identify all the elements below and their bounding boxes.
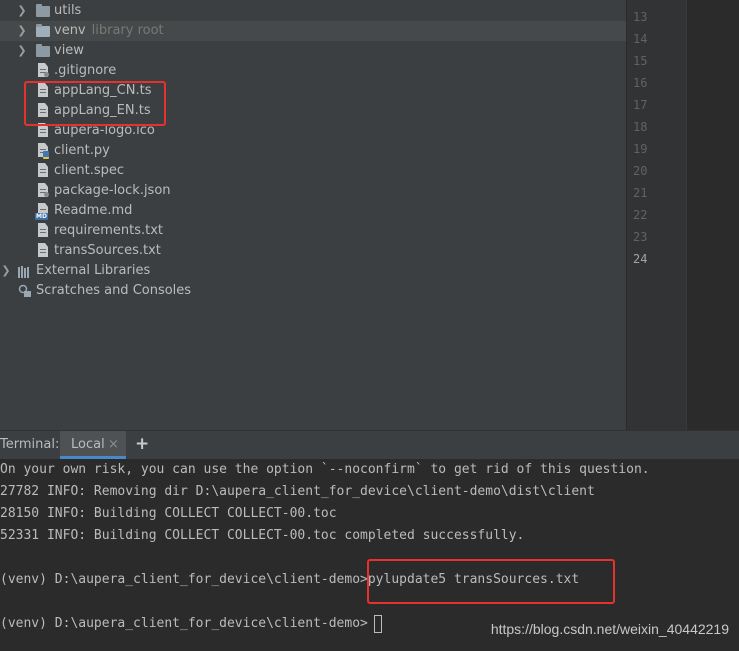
line-number: 16	[633, 76, 648, 90]
library-root-hint: library root	[91, 23, 164, 38]
close-icon[interactable]: ×	[108, 437, 119, 452]
tree-item-view[interactable]: ❯ view	[0, 41, 626, 61]
highlight-box	[24, 81, 166, 126]
tree-item-readme[interactable]: MD Readme.md	[0, 201, 626, 221]
terminal-line: On your own risk, you can use the option…	[0, 462, 650, 477]
tree-item-label: Readme.md	[54, 203, 133, 218]
tree-item-requirements[interactable]: requirements.txt	[0, 221, 626, 241]
ignore-badge-icon	[44, 72, 49, 77]
line-number: 14	[633, 32, 648, 46]
tree-item-package-lock[interactable]: package-lock.json	[0, 181, 626, 201]
watermark: https://blog.csdn.net/weixin_40442219	[490, 621, 729, 637]
terminal-prompt-line: (venv) D:\aupera_client_for_device\clien…	[0, 616, 368, 631]
tree-item-scratches[interactable]: Scratches and Consoles	[0, 281, 626, 301]
text-file-icon	[38, 223, 48, 237]
add-tab-icon[interactable]: +	[135, 434, 149, 454]
tree-item-external-libraries[interactable]: ❯ External Libraries	[0, 261, 626, 281]
tree-item-label: client.py	[54, 143, 110, 158]
tree-item-transsources[interactable]: transSources.txt	[0, 241, 626, 261]
terminal-title: Terminal:	[0, 437, 60, 452]
tree-item-label: transSources.txt	[54, 243, 161, 258]
tree-item-label: .gitignore	[54, 63, 117, 78]
folder-icon	[36, 24, 50, 37]
line-number: 15	[633, 54, 648, 68]
python-badge-icon	[43, 151, 49, 159]
folder-icon	[36, 44, 50, 57]
terminal-line: 52331 INFO: Building COLLECT COLLECT-00.…	[0, 528, 525, 543]
line-number: 22	[633, 208, 648, 222]
terminal-line: 28150 INFO: Building COLLECT COLLECT-00.…	[0, 506, 337, 521]
file-icon	[38, 163, 48, 177]
terminal-cursor	[374, 615, 382, 633]
terminal-header: Terminal: Local × +	[0, 430, 739, 460]
chevron-right-icon[interactable]: ❯	[16, 41, 28, 61]
line-number: 17	[633, 98, 648, 112]
chevron-right-icon[interactable]: ❯	[16, 21, 28, 41]
project-tree-panel: ❯ utils ❯ venv library root ❯ view .gitig…	[0, 0, 626, 430]
tree-item-client-spec[interactable]: client.spec	[0, 161, 626, 181]
libraries-icon	[18, 265, 32, 279]
current-line-number: 24	[633, 252, 648, 266]
tree-item-label: External Libraries	[36, 263, 151, 278]
folder-icon	[36, 4, 50, 17]
text-file-icon	[38, 243, 48, 257]
line-number: 18	[633, 120, 648, 134]
tab-local[interactable]: Local ×	[60, 431, 126, 459]
tree-item-label: package-lock.json	[54, 183, 171, 198]
tree-item-label: client.spec	[54, 163, 125, 178]
tree-item-label: utils	[54, 3, 82, 18]
tree-item-gitignore[interactable]: .gitignore	[0, 61, 626, 81]
tree-item-label: venv	[54, 23, 86, 38]
md-badge-icon: MD	[35, 213, 48, 220]
tree-item-utils[interactable]: ❯ utils	[0, 1, 626, 21]
line-number: 20	[633, 164, 648, 178]
tree-item-venv[interactable]: ❯ venv library root	[0, 21, 626, 41]
line-number: 19	[633, 142, 648, 156]
chevron-right-icon[interactable]: ❯	[16, 1, 28, 21]
tab-label: Local	[71, 437, 105, 452]
ignore-badge-icon	[44, 192, 49, 197]
editor-gutter: 13 14 15 16 17 18 19 20 21 22 23 24	[626, 0, 687, 430]
terminal-line: 27782 INFO: Removing dir D:\aupera_clien…	[0, 484, 595, 499]
tree-item-label: Scratches and Consoles	[36, 283, 192, 298]
highlight-box	[367, 559, 615, 604]
line-number: 13	[633, 10, 648, 24]
tree-item-label: view	[54, 43, 84, 58]
code-editor[interactable]	[687, 0, 739, 430]
line-number: 23	[633, 230, 648, 244]
tree-item-label: requirements.txt	[54, 223, 164, 238]
chevron-right-icon[interactable]: ❯	[0, 261, 12, 281]
tree-item-client-py[interactable]: client.py	[0, 141, 626, 161]
scratches-icon	[18, 284, 32, 298]
line-number: 21	[633, 186, 648, 200]
